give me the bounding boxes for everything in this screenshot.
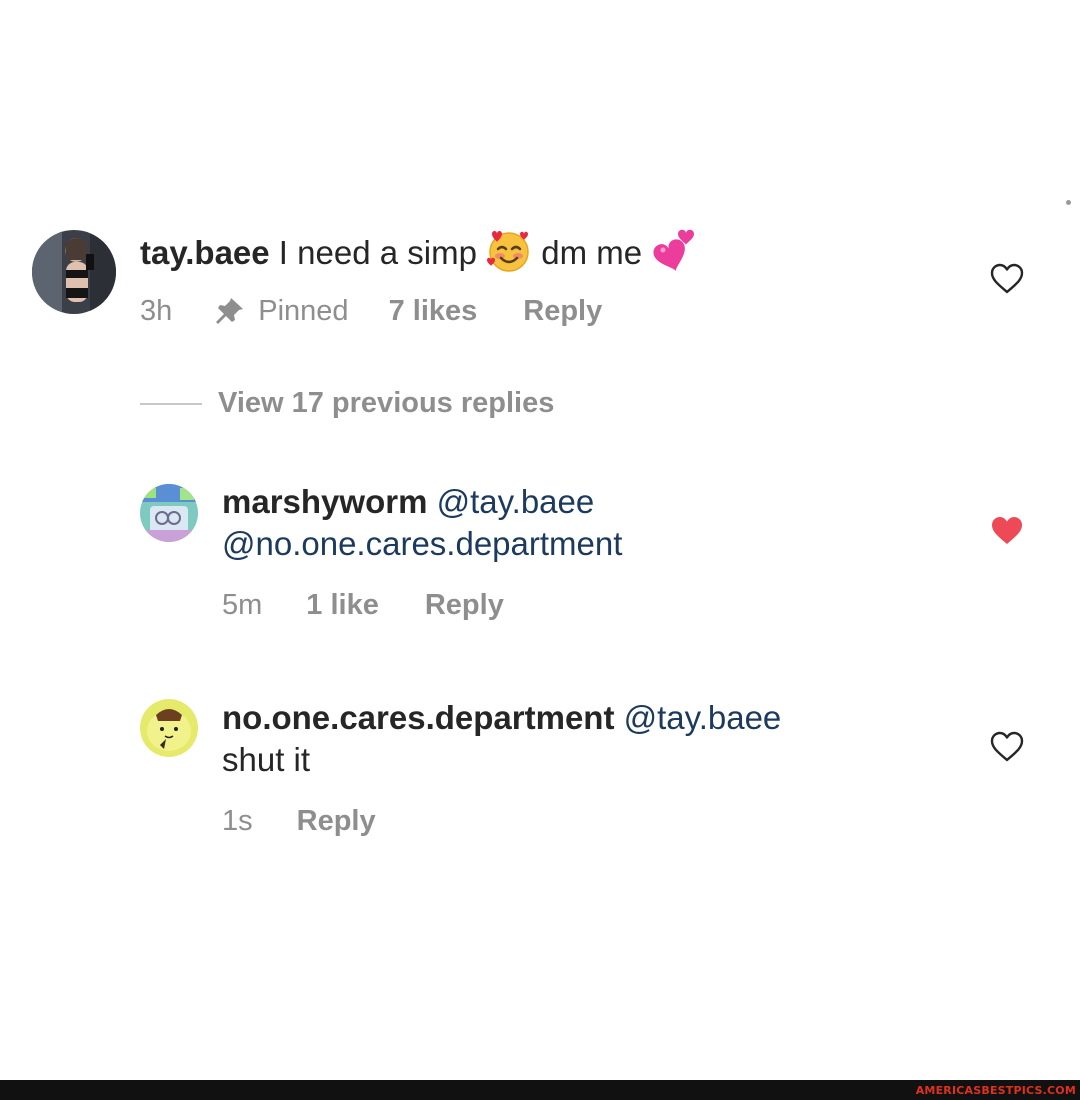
avatar[interactable]: [140, 699, 198, 757]
view-previous-replies-button[interactable]: View 17 previous replies: [140, 387, 554, 420]
mention-link[interactable]: @tay.baee: [437, 483, 595, 520]
user-photo-avatar-icon: [32, 230, 116, 314]
heart-outline-icon: [990, 263, 1024, 294]
comment-text: shut it: [222, 741, 311, 778]
avatar[interactable]: [140, 484, 198, 542]
reply-button[interactable]: Reply: [297, 805, 376, 838]
comment-time: 5m: [222, 588, 263, 621]
comment-text-line: no.one.cares.department @tay.baee: [222, 698, 781, 738]
reply-button[interactable]: Reply: [523, 295, 602, 328]
likes-count-button[interactable]: 1 like: [306, 589, 379, 622]
smiling-face-with-hearts-emoji-icon: [486, 228, 532, 283]
comment-text-line: marshyworm @tay.baee: [222, 482, 594, 522]
heart-filled-icon: [992, 517, 1022, 544]
comment-meta: 1s Reply: [222, 802, 376, 840]
comments-screen: tay.baee I need a simp dm me 3h Pinned 7…: [0, 0, 1080, 1100]
pinned-indicator: Pinned: [212, 294, 349, 328]
avatar[interactable]: [32, 230, 116, 314]
mention-link[interactable]: @tay.baee: [624, 699, 782, 736]
heart-outline-icon: [990, 731, 1024, 762]
username[interactable]: marshyworm: [222, 483, 427, 520]
likes-count-button[interactable]: 7 likes: [389, 295, 478, 328]
comment-text-line-2: @no.one.cares.department: [222, 524, 622, 564]
pinned-label: Pinned: [258, 294, 349, 327]
like-button[interactable]: [989, 731, 1025, 763]
yellow-cartoon-avatar-icon: [140, 699, 198, 757]
cartoon-avatar-icon: [140, 484, 198, 542]
comment-meta: 3h Pinned 7 likes Reply: [140, 292, 602, 330]
comment-time: 1s: [222, 804, 253, 837]
username[interactable]: no.one.cares.department: [222, 699, 614, 736]
comment-text-line-2: shut it: [222, 740, 310, 780]
view-previous-replies-label: View 17 previous replies: [218, 387, 555, 419]
comment-text-line: tay.baee I need a simp dm me: [140, 228, 697, 283]
like-button[interactable]: [989, 515, 1025, 547]
username[interactable]: tay.baee: [140, 234, 270, 271]
like-button[interactable]: [989, 263, 1025, 295]
comment-text: I need a simp: [269, 234, 487, 272]
reply-button[interactable]: Reply: [425, 589, 504, 622]
scroll-indicator: [1066, 200, 1071, 205]
two-hearts-emoji-icon: [651, 228, 697, 283]
divider-line: [140, 402, 202, 405]
pin-icon: [216, 298, 244, 324]
comment-time: 3h: [140, 294, 173, 327]
comment-meta: 5m 1 like Reply: [222, 586, 504, 624]
watermark-text: AMERICASBESTPICS.COM: [915, 1084, 1076, 1097]
mention-link[interactable]: @no.one.cares.department: [222, 525, 622, 562]
comment-text-continued: dm me: [532, 234, 652, 272]
